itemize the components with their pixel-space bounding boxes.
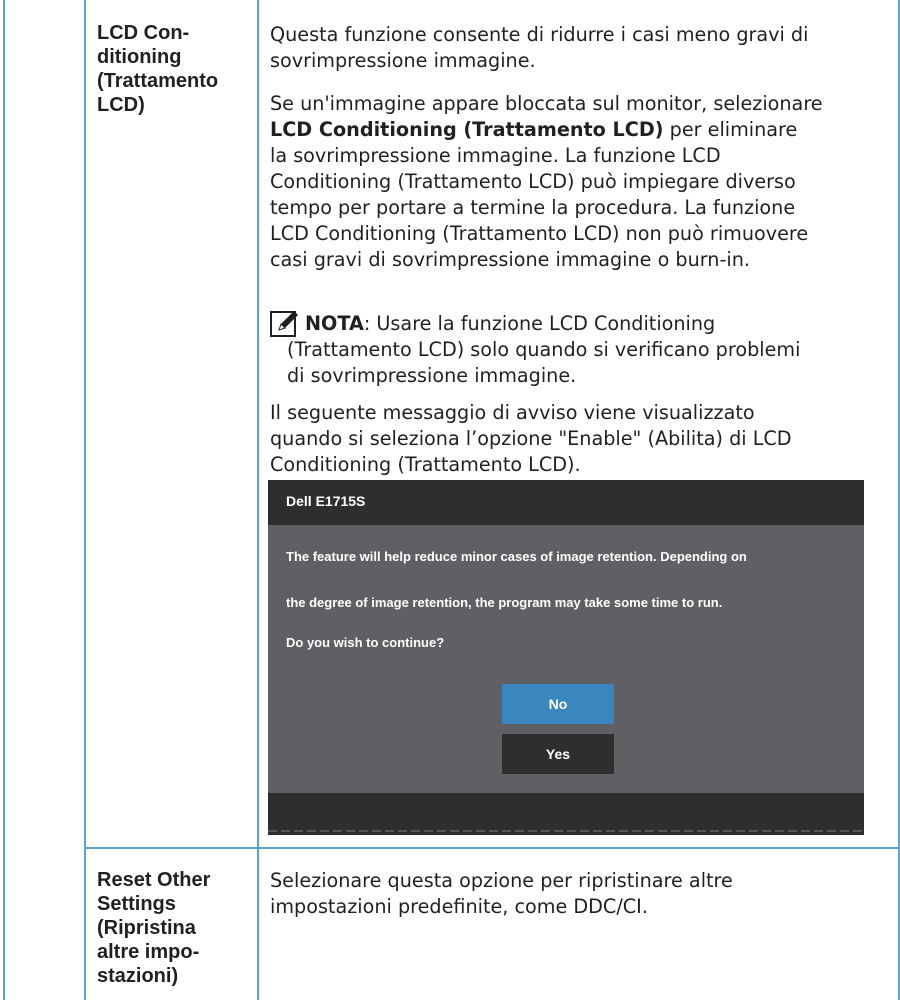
row-label-line: ditioning	[97, 46, 182, 68]
text-line: di sovrimpressione immagine.	[287, 364, 577, 387]
text-line: LCD Conditioning (Trattamento LCD) non p…	[270, 222, 809, 245]
table-row-divider	[84, 847, 900, 849]
dialog-footer-bar	[268, 793, 864, 835]
dialog-message-line: the degree of image retention, the progr…	[286, 595, 723, 610]
yes-button[interactable]: Yes	[502, 734, 614, 774]
text-line: Il seguente messaggio di avviso viene vi…	[270, 401, 755, 424]
row-label-line: LCD)	[97, 94, 145, 116]
note-block: NOTA: Usare la funzione LCD Conditioning	[305, 311, 895, 337]
dialog-message-line: Do you wish to continue?	[286, 635, 445, 650]
text-line: impostazioni predefinite, come DDC/CI.	[270, 895, 648, 918]
row-label-line: LCD Con-	[97, 22, 190, 44]
text-fragment: per eliminare	[663, 118, 798, 141]
row-label-line: stazioni)	[97, 965, 179, 987]
row-label-line: Settings	[97, 893, 176, 915]
no-button[interactable]: No	[502, 684, 614, 724]
text-line: NOTA: Usare la funzione LCD Conditioning	[305, 311, 895, 337]
bold-term: LCD Conditioning (Trattamento LCD)	[270, 118, 664, 141]
paragraph-reset-description: Selezionare questa opzione per ripristin…	[270, 868, 895, 920]
dialog-title-bar: Dell E1715S	[268, 480, 864, 525]
dialog-footer-dots	[268, 830, 864, 832]
text-line: sovrimpressione immagine.	[270, 49, 536, 72]
table-column-divider-2	[257, 0, 259, 1000]
paragraph-intro: Questa funzione consente di ridurre i ca…	[270, 22, 895, 74]
text-fragment: : Usare la funzione LCD Conditioning	[363, 312, 716, 335]
text-line: tempo per portare a termine la procedura…	[270, 196, 796, 219]
lcd-conditioning-dialog: Dell E1715S The feature will help reduce…	[268, 480, 864, 835]
note-label: NOTA	[305, 312, 364, 335]
text-line: (Trattamento LCD) solo quando si verific…	[287, 338, 801, 361]
text-line: Conditioning (Trattamento LCD) può impie…	[270, 170, 796, 193]
row-label-line: (Ripristina	[97, 917, 196, 939]
row-label-line: Reset Other	[97, 869, 211, 891]
text-line: LCD Conditioning (Trattamento LCD) per e…	[270, 117, 895, 143]
table-column-divider-1	[84, 0, 86, 1000]
paragraph-warning-intro: Il seguente messaggio di avviso viene vi…	[270, 400, 895, 478]
dialog-message-line: The feature will help reduce minor cases…	[286, 549, 747, 564]
note-continuation: (Trattamento LCD) solo quando si verific…	[287, 337, 892, 389]
text-line: Se un'immagine appare bloccata sul monit…	[270, 92, 823, 115]
row-label-reset-other-settings: Reset Other Settings (Ripristina altre i…	[97, 868, 257, 988]
text-line: Selezionare questa opzione per ripristin…	[270, 869, 733, 892]
table-left-border	[3, 0, 5, 1000]
row-label-lcd-conditioning: LCD Con- ditioning (Trattamento LCD)	[97, 21, 257, 117]
text-line: casi gravi di sovrimpressione immagine o…	[270, 248, 750, 271]
dialog-title: Dell E1715S	[286, 493, 366, 509]
text-line: Questa funzione consente di ridurre i ca…	[270, 23, 809, 46]
row-label-line: altre impo-	[97, 941, 200, 963]
row-label-line: (Trattamento	[97, 70, 219, 92]
text-line: la sovrimpressione immagine. La funzione…	[270, 144, 721, 167]
paragraph-details: Se un'immagine appare bloccata sul monit…	[270, 91, 895, 273]
text-line: Conditioning (Trattamento LCD).	[270, 453, 581, 476]
text-line: quando si seleziona l’opzione "Enable" (…	[270, 427, 792, 450]
pencil-note-icon	[270, 311, 298, 337]
